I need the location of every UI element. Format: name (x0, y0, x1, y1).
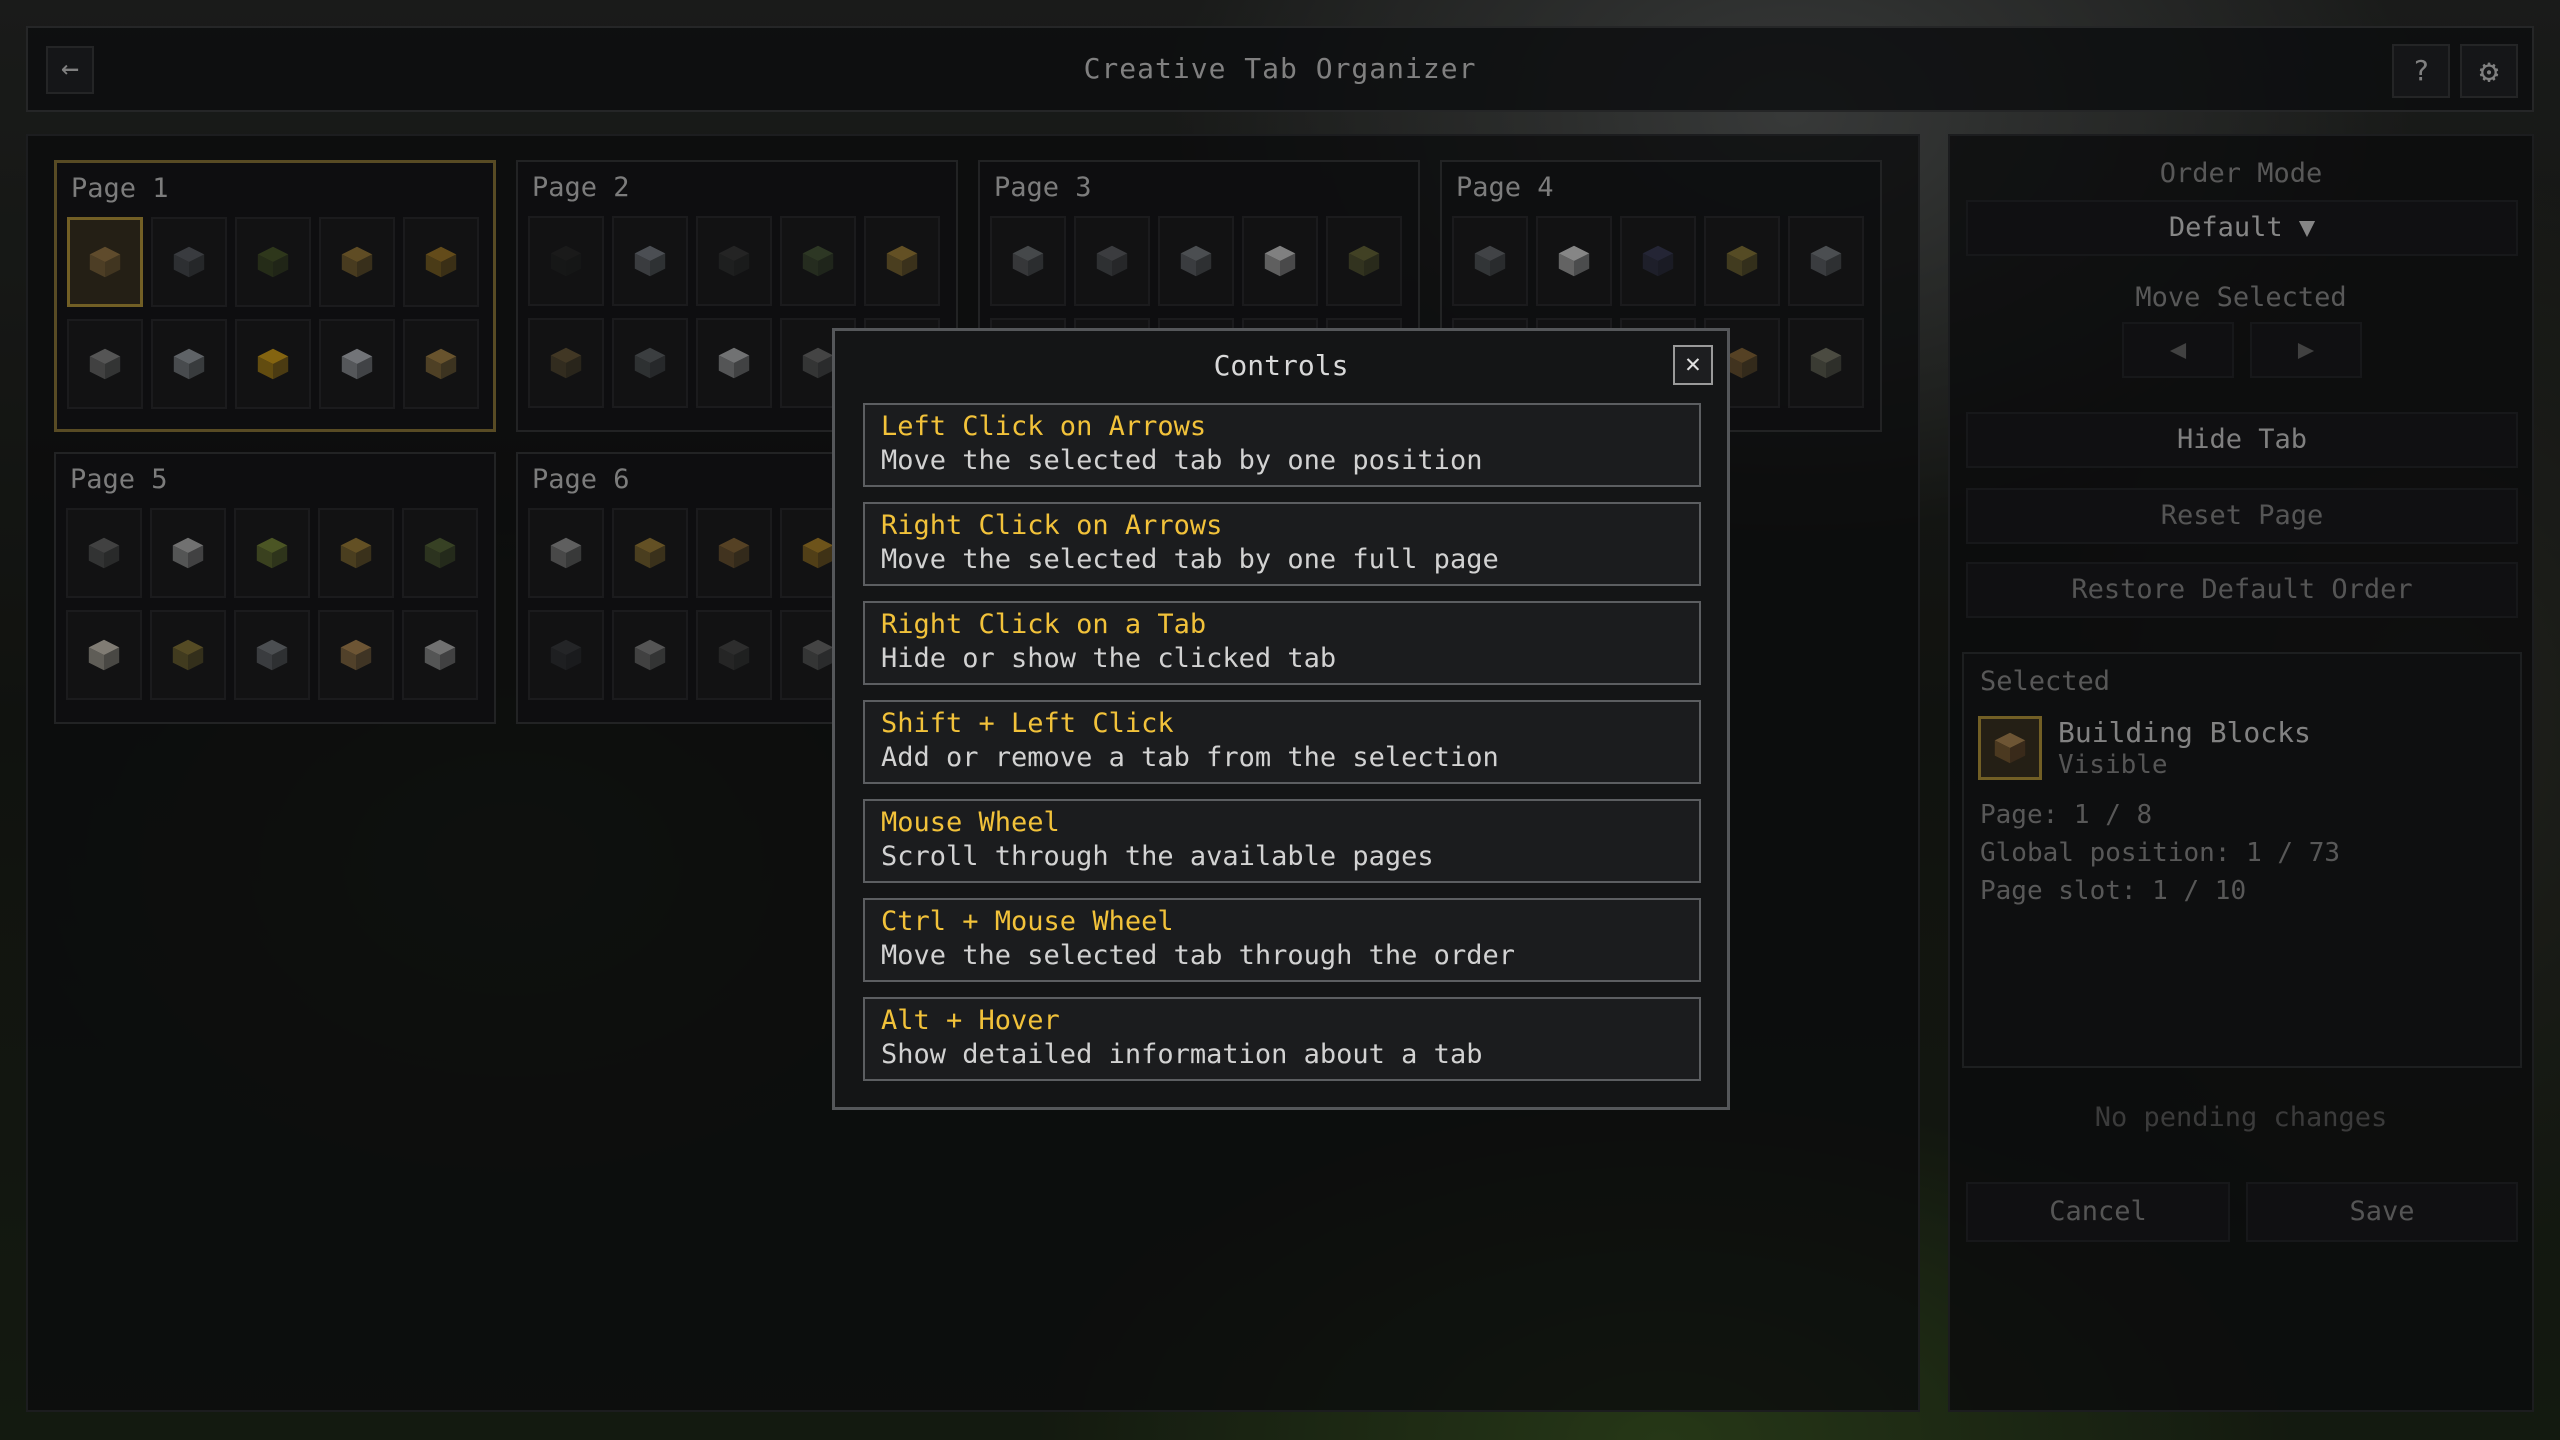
control-key: Mouse Wheel (881, 807, 1060, 838)
control-key: Alt + Hover (881, 1005, 1060, 1036)
control-description: Hide or show the clicked tab (881, 643, 1337, 674)
control-description: Move the selected tab by one full page (881, 544, 1499, 575)
control-description: Move the selected tab by one position (881, 445, 1483, 476)
control-description: Show detailed information about a tab (881, 1039, 1483, 1070)
close-icon: ✕ (1685, 349, 1701, 379)
control-item: Mouse Wheel Scroll through the available … (863, 799, 1701, 883)
control-description: Scroll through the available pages (881, 841, 1434, 872)
control-item: Shift + Left Click Add or remove a tab fr… (863, 700, 1701, 784)
control-description: Move the selected tab through the order (881, 940, 1515, 971)
controls-dialog-title: Controls (1213, 349, 1349, 382)
control-item: Right Click on a Tab Hide or show the cli… (863, 601, 1701, 685)
control-key: Ctrl + Mouse Wheel (881, 906, 1174, 937)
controls-dialog: Controls ✕ Left Click on Arrows Move the … (832, 328, 1730, 1110)
control-key: Right Click on Arrows (881, 510, 1223, 541)
control-item: Right Click on Arrows Move the selected t… (863, 502, 1701, 586)
close-button[interactable]: ✕ (1673, 345, 1713, 385)
control-key: Shift + Left Click (881, 708, 1174, 739)
control-item: Alt + Hover Show detailed information abo… (863, 997, 1701, 1081)
control-description: Add or remove a tab from the selection (881, 742, 1499, 773)
control-item: Ctrl + Mouse Wheel Move the selected tab … (863, 898, 1701, 982)
control-key: Right Click on a Tab (881, 609, 1207, 640)
control-item: Left Click on Arrows Move the selected ta… (863, 403, 1701, 487)
control-key: Left Click on Arrows (881, 411, 1207, 442)
